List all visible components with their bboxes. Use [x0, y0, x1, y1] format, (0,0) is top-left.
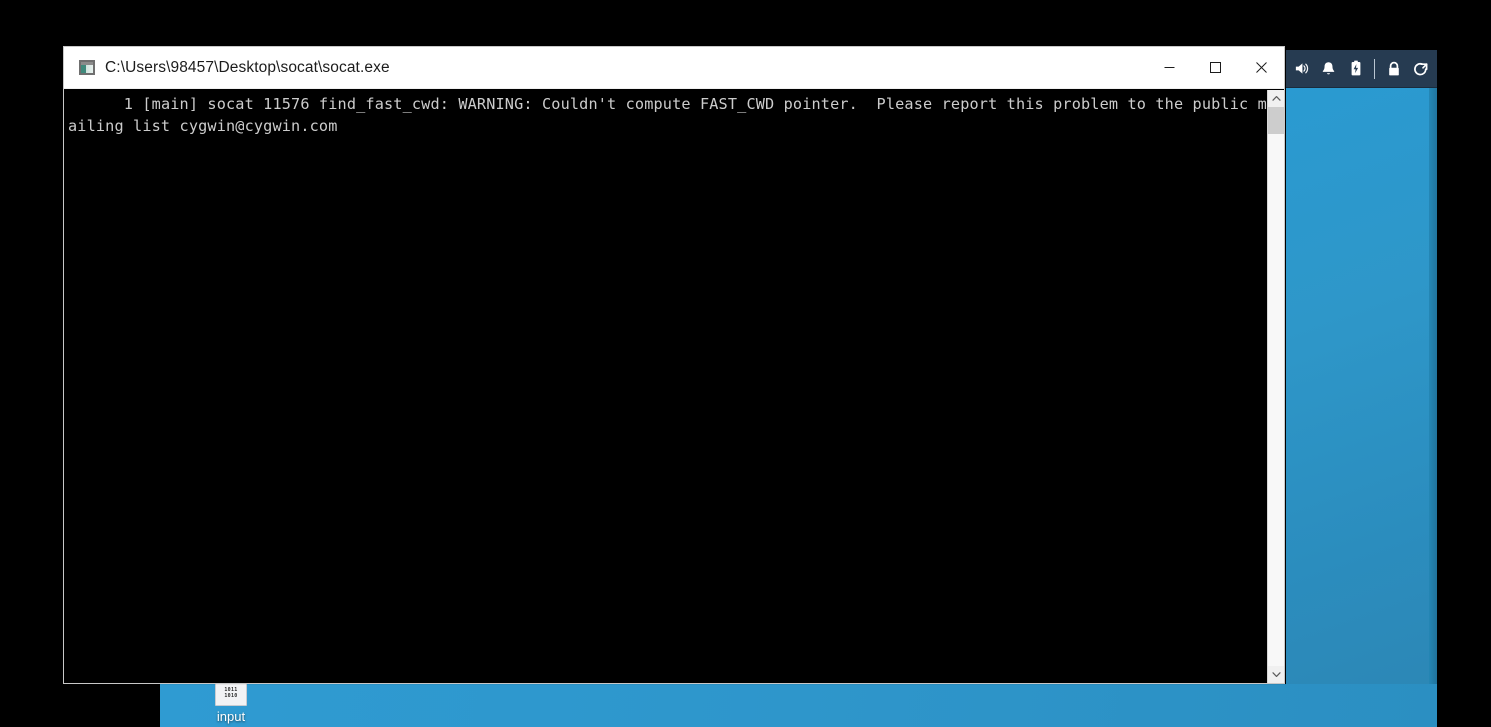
file-icon-bits-line2: 1010 — [224, 692, 238, 699]
logout-icon[interactable] — [1407, 50, 1434, 88]
window-controls — [1146, 47, 1284, 88]
close-button[interactable] — [1238, 47, 1284, 88]
battery-icon[interactable] — [1342, 50, 1369, 88]
desktop-icon-label: input — [216, 709, 246, 724]
minimize-button[interactable] — [1146, 47, 1192, 88]
window-client-area: 1 [main] socat 11576 find_fast_cwd: WARN… — [64, 89, 1284, 683]
screen-root: 1011 1010 input C:\Users\98457\Desktop\s… — [0, 0, 1491, 727]
lock-icon[interactable] — [1380, 50, 1407, 88]
maximize-button[interactable] — [1192, 47, 1238, 88]
scrollbar-thumb[interactable] — [1268, 107, 1284, 134]
input-file-icon: 1011 1010 — [215, 681, 247, 706]
desktop-wallpaper-right[interactable] — [1286, 88, 1437, 727]
notification-bell-icon[interactable] — [1315, 50, 1342, 88]
tray-divider — [1374, 58, 1375, 79]
scrollbar-track[interactable] — [1268, 107, 1284, 666]
volume-icon[interactable] — [1288, 50, 1315, 88]
console-scrollbar[interactable] — [1267, 90, 1284, 683]
desktop-icon-input[interactable]: 1011 1010 input — [203, 681, 259, 724]
desktop-wallpaper-bottom[interactable] — [160, 684, 1437, 727]
taskbar — [1286, 50, 1437, 88]
desktop-wallpaper-edge — [1429, 88, 1437, 727]
scrollbar-up-arrow[interactable] — [1268, 90, 1284, 107]
console-window-icon — [79, 60, 95, 75]
console-window: C:\Users\98457\Desktop\socat\socat.exe 1… — [63, 46, 1285, 684]
console-output[interactable]: 1 [main] socat 11576 find_fast_cwd: WARN… — [64, 90, 1267, 683]
scrollbar-down-arrow[interactable] — [1268, 666, 1284, 683]
window-title: C:\Users\98457\Desktop\socat\socat.exe — [105, 58, 390, 76]
window-titlebar[interactable]: C:\Users\98457\Desktop\socat\socat.exe — [64, 47, 1284, 89]
